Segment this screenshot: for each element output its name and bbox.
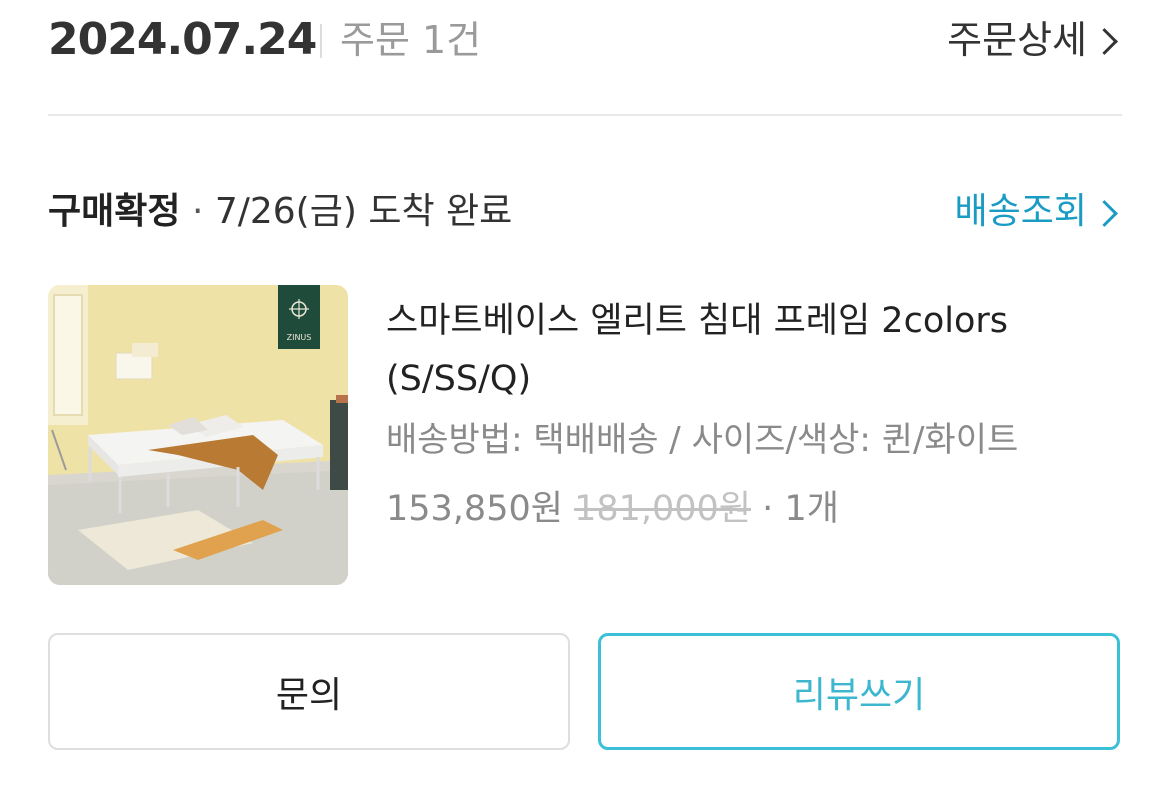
order-detail-link[interactable]: 주문상세 <box>947 14 1118 66</box>
chevron-right-icon <box>1091 27 1118 55</box>
svg-text:ZINUS: ZINUS <box>287 333 312 342</box>
product-name[interactable]: 스마트베이스 엘리트 침대 프레임 2colors (S/SS/Q) <box>386 292 1086 408</box>
order-detail-label: 주문상세 <box>947 18 1087 62</box>
section-divider <box>48 114 1122 116</box>
order-count: 주문 1건 <box>340 18 482 62</box>
bed-frame-photo: ZINUS <box>48 285 348 585</box>
inquiry-button[interactable]: 문의 <box>48 633 570 750</box>
order-date: 2024.07.24 <box>48 14 317 65</box>
header-separator <box>320 24 322 58</box>
inquiry-button-label: 문의 <box>275 674 343 716</box>
product-options: 배송방법: 택배배송 / 사이즈/색상: 퀸/화이트 <box>386 420 1019 460</box>
status-separator: · <box>191 191 204 232</box>
track-shipment-label: 배송조회 <box>954 191 1087 232</box>
track-shipment-link[interactable]: 배송조회 <box>954 186 1118 238</box>
quantity: 1개 <box>784 489 839 529</box>
chevron-right-icon <box>1091 199 1118 227</box>
purchase-confirmed-label: 구매확정 <box>48 191 181 232</box>
delivery-status: 구매확정 · 7/26(금) 도착 완료 <box>48 186 512 238</box>
product-thumbnail[interactable]: ZINUS <box>48 285 348 585</box>
price-separator: · <box>762 489 774 529</box>
write-review-button-label: 리뷰쓰기 <box>792 674 926 716</box>
arrival-text: 7/26(금) 도착 완료 <box>214 191 513 232</box>
original-price: 181,000원 <box>574 489 752 529</box>
price-line: 153,850원 181,000원 · 1개 <box>386 482 839 536</box>
write-review-button[interactable]: 리뷰쓰기 <box>598 633 1120 750</box>
sale-price: 153,850원 <box>386 489 563 529</box>
